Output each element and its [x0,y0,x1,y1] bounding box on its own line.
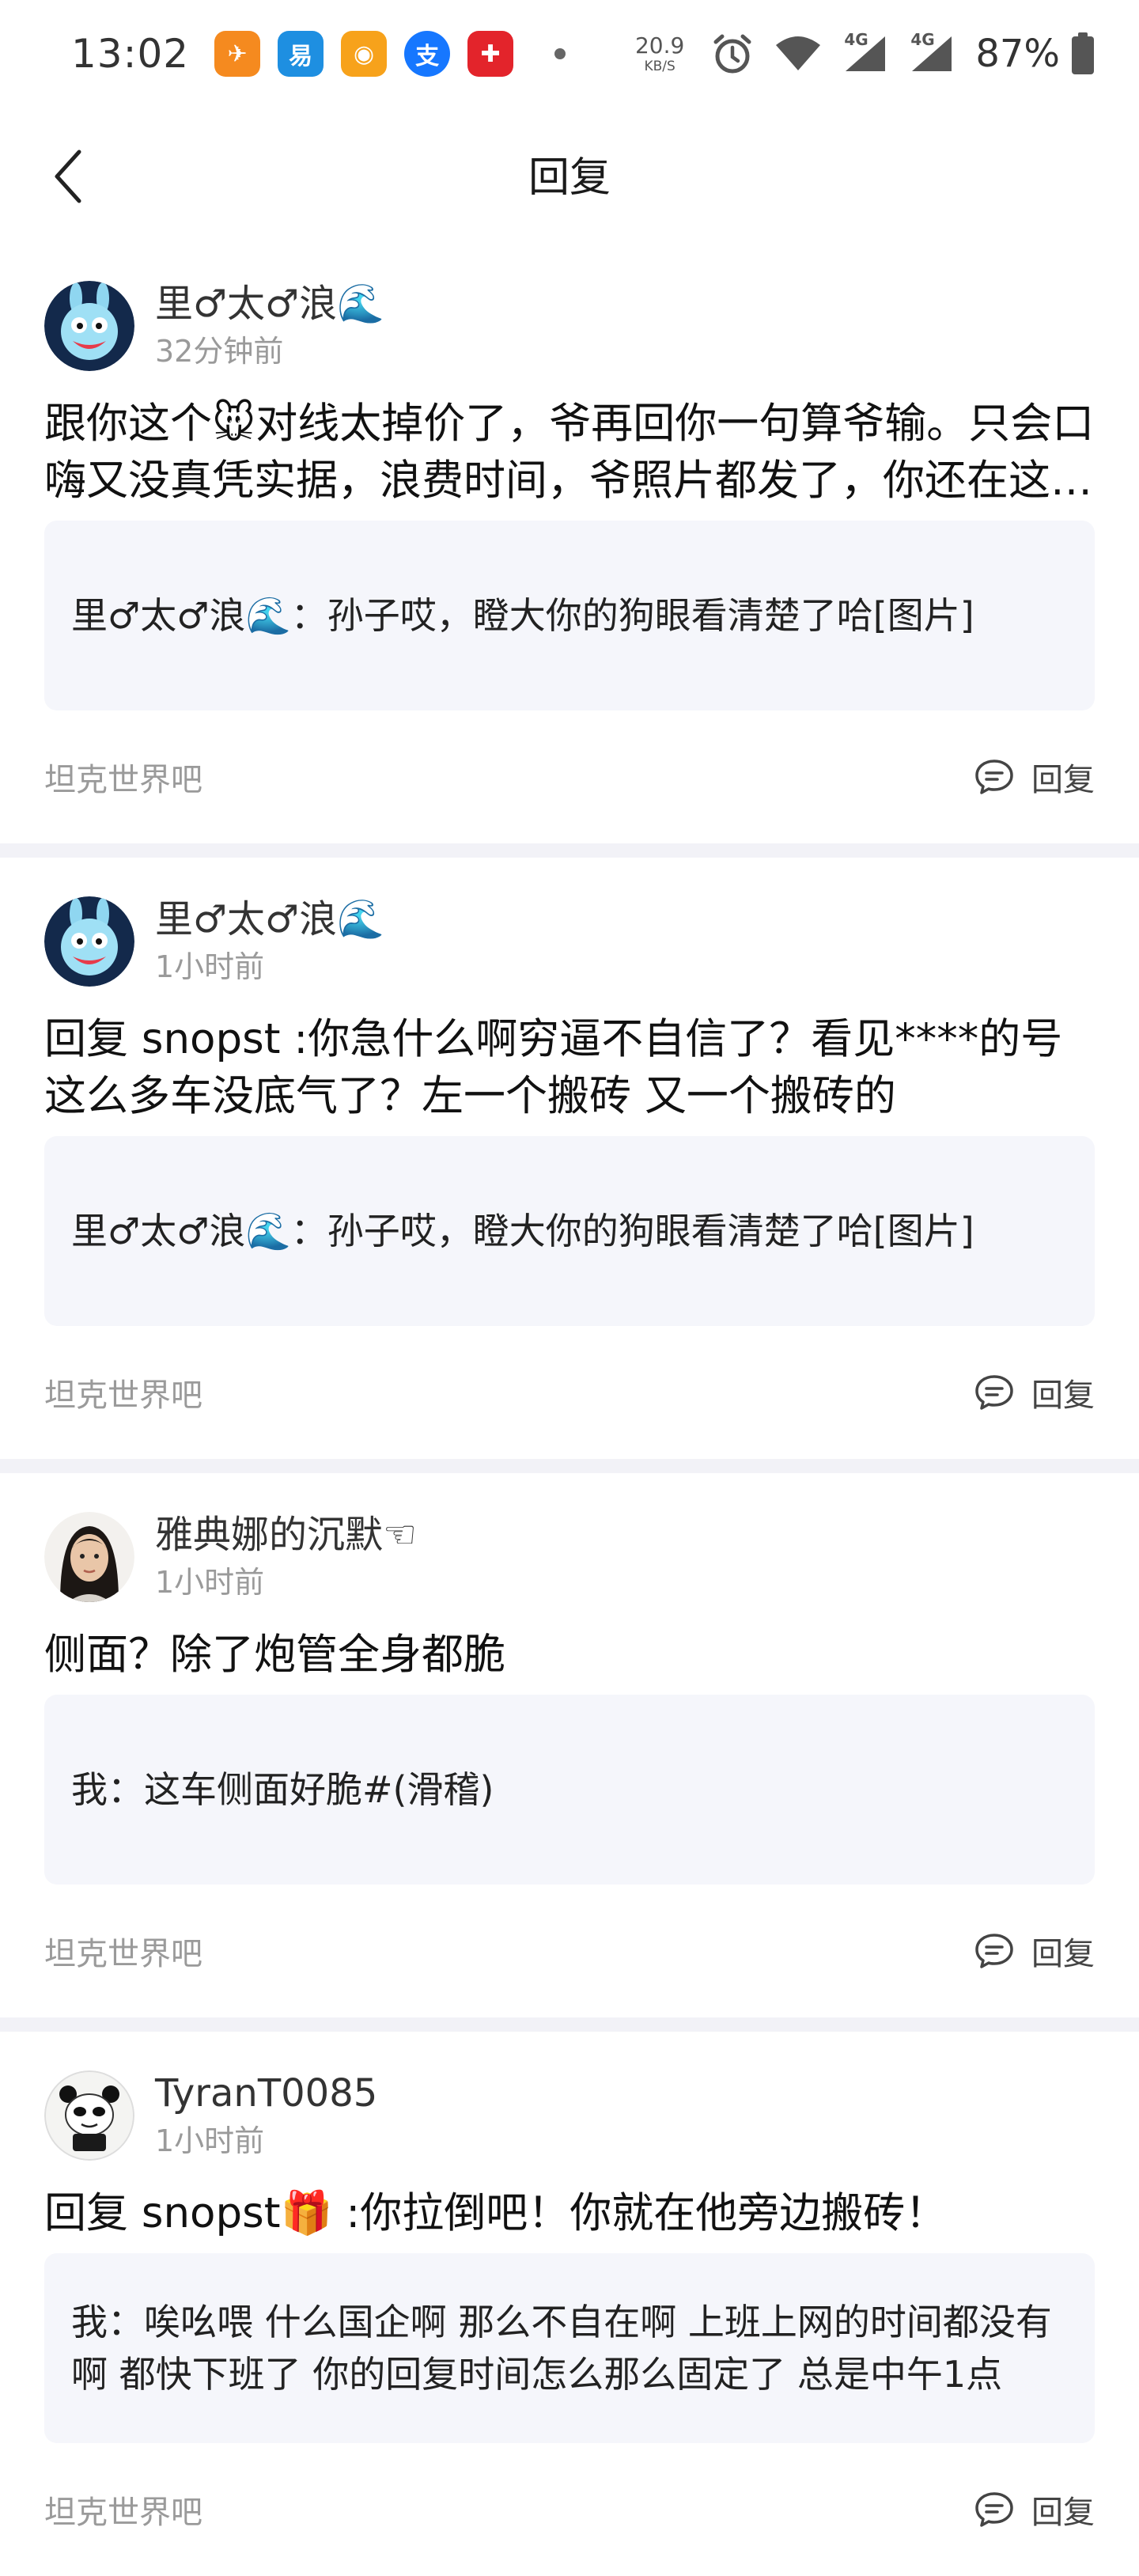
reply-button-label: 回复 [1031,1377,1095,1414]
forum-link[interactable]: 坦克世界吧 [44,1369,202,1415]
quoted-comment[interactable]: 我：唉吆喂 什么国企啊 那么不自在啊 上班上网的时间都没有啊 都快下班了 你的回… [44,2253,1095,2443]
forum-link[interactable]: 坦克世界吧 [44,1928,202,1974]
avatar[interactable] [44,896,134,987]
quoted-comment-text: 里♂太♂浪🌊：孙子哎，瞪大你的狗眼看清楚了哈[图片] [71,594,974,637]
reply-text[interactable]: 跟你这个🐭对线太掉价了，爷再回你一句算爷输。只会口嗨又没真凭实据，浪费时间，爷照… [44,396,1095,510]
card-divider [0,843,1139,858]
reply-button-label: 回复 [1031,762,1095,798]
network-type-label: 4G [910,30,935,49]
notification-dot-icon [554,48,566,59]
avatar[interactable] [44,1512,134,1602]
reply-button[interactable]: 回复 [974,754,1095,800]
quoted-comment-text: 我：唉吆喂 什么国企啊 那么不自在啊 上班上网的时间都没有啊 都快下班了 你的回… [71,2301,1052,2396]
quoted-comment-text: 我：这车侧面好脆#(滑稽) [71,1768,494,1811]
meituan-app-icon: ✈ [214,31,261,77]
avatar[interactable] [44,2070,134,2161]
post-time: 1小时前 [155,949,265,984]
page-title: 回复 [528,154,611,202]
quoted-comment[interactable]: 我：这车侧面好脆#(滑稽) [44,1695,1095,1885]
comment-icon [975,2492,1013,2527]
author-name[interactable]: 雅典娜的沉默☜ [155,1511,417,1559]
network-type-label: 4G [844,30,868,49]
suning-app-icon: ◉ [341,31,388,77]
reply-button-label: 回复 [1031,2495,1095,2531]
forum-link[interactable]: 坦克世界吧 [44,754,202,800]
network-speed: 20.9 KB/S [634,32,685,74]
status-bar: 13:02 ✈ 易 ◉ 支 ✚ 20.9 KB/S 4G 4G 87% [0,0,1139,108]
status-time: 13:02 [71,31,190,77]
avatar[interactable] [44,281,134,371]
reply-text[interactable]: 侧面？除了炮管全身都脆 [44,1627,1095,1684]
reply-button[interactable]: 回复 [974,1928,1095,1974]
yi-app-icon: 易 [278,31,324,77]
quoted-comment[interactable]: 里♂太♂浪🌊：孙子哎，瞪大你的狗眼看清楚了哈[图片] [44,521,1095,710]
reply-card[interactable]: 里♂太♂浪🌊 1小时前 回复 snopst :你急什么啊穷逼不自信了？看见***… [0,858,1139,1459]
author-name[interactable]: TyranT0085 [155,2070,377,2117]
battery-icon [1071,32,1095,75]
alarm-icon [711,32,754,75]
post-time: 1小时前 [155,2123,265,2158]
cellular-signal-icon: 4G [842,30,888,74]
forum-link[interactable]: 坦克世界吧 [44,2487,202,2532]
cellular-signal-icon: 4G [909,30,955,74]
quoted-comment[interactable]: 里♂太♂浪🌊：孙子哎，瞪大你的狗眼看清楚了哈[图片] [44,1136,1095,1326]
comment-icon [975,1934,1013,1968]
reply-text[interactable]: 回复 snopst :你急什么啊穷逼不自信了？看见****的号这么多车没底气了？… [44,1011,1095,1125]
author-name[interactable]: 里♂太♂浪🌊 [155,280,384,328]
comment-icon [975,1375,1013,1410]
card-divider [0,2017,1139,2032]
comment-icon [975,760,1013,794]
header: 回复 [0,108,1139,242]
reply-button[interactable]: 回复 [974,1369,1095,1415]
reply-text[interactable]: 回复 snopst🎁 :你拉倒吧！你就在他旁边搬砖！ [44,2185,1095,2242]
network-speed-value: 20.9 [634,32,685,59]
post-time: 1小时前 [155,1565,265,1600]
author-name[interactable]: 里♂太♂浪🌊 [155,896,384,943]
post-time: 32分钟前 [155,334,284,369]
alipay-app-icon: 支 [404,31,451,77]
reply-card[interactable]: 雅典娜的沉默☜ 1小时前 侧面？除了炮管全身都脆 我：这车侧面好脆#(滑稽) 坦… [0,1473,1139,2017]
reply-button[interactable]: 回复 [974,2487,1095,2532]
reply-card[interactable]: 里♂太♂浪🌊 32分钟前 跟你这个🐭对线太掉价了，爷再回你一句算爷输。只会口嗨又… [0,242,1139,843]
reply-feed: 里♂太♂浪🌊 32分钟前 跟你这个🐭对线太掉价了，爷再回你一句算爷输。只会口嗨又… [0,242,1139,2576]
battery-percent: 87% [975,32,1060,76]
wifi-icon [774,34,822,74]
reply-card[interactable]: TyranT0085 1小时前 回复 snopst🎁 :你拉倒吧！你就在他旁边搬… [0,2032,1139,2576]
carrefour-app-icon: ✚ [467,31,514,77]
quoted-comment-text: 里♂太♂浪🌊：孙子哎，瞪大你的狗眼看清楚了哈[图片] [71,1210,974,1252]
card-divider [0,1459,1139,1473]
reply-button-label: 回复 [1031,1936,1095,1972]
network-speed-unit: KB/S [644,58,675,74]
